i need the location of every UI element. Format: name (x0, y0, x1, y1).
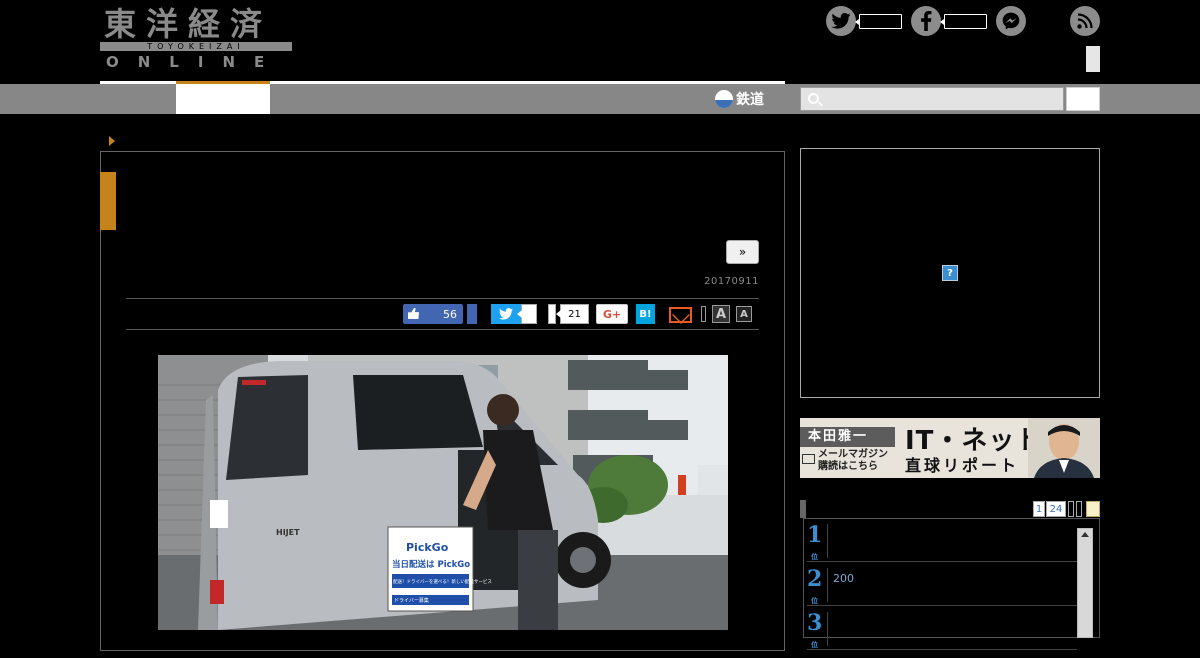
twitter-share-count[interactable] (517, 304, 537, 324)
search-button[interactable] (1066, 87, 1100, 111)
ad-info-icon[interactable]: ? (942, 265, 958, 281)
article-date: 20170911 (704, 276, 759, 287)
ranking-tab-5[interactable] (1086, 501, 1100, 517)
ranking-tab-24[interactable]: 24 (1046, 501, 1066, 517)
twitter-icon[interactable] (826, 6, 856, 36)
banner-mail-text: メールマガジン 購読はこちら (818, 449, 888, 472)
ranking-header: 1 24 (800, 500, 1100, 518)
ranking-item[interactable]: 1位 (807, 522, 1077, 562)
banner-author: 本田雅一 (800, 427, 895, 447)
breadcrumb-arrow-icon (109, 136, 115, 146)
envelope-icon (802, 454, 815, 464)
rank-number: 3位 (807, 610, 823, 649)
ranking-item[interactable]: 3位 (807, 610, 1077, 650)
nav-tab-active[interactable] (176, 84, 270, 114)
search-input[interactable] (825, 90, 1055, 108)
thumbs-up-icon (408, 308, 419, 319)
messenger-icon[interactable] (996, 6, 1026, 36)
facebook-icon[interactable] (911, 6, 941, 36)
facebook-follow-count[interactable] (940, 14, 987, 29)
ranking-tab-3[interactable] (1068, 501, 1074, 517)
sign-headline: 当日配送は PickGo (392, 559, 470, 570)
search-icon (808, 93, 819, 104)
rank-number: 1位 (807, 522, 823, 561)
ranking-scrollbar[interactable] (1077, 528, 1093, 638)
title-accent-bar (100, 172, 116, 230)
google-plus-button[interactable]: G+ (596, 304, 628, 324)
train-icon (715, 90, 733, 108)
font-size-large-button[interactable]: A (712, 305, 730, 323)
rank-divider (827, 612, 828, 646)
font-size-small-button[interactable]: A (736, 306, 752, 322)
author-portrait (1028, 418, 1100, 478)
van-model-label: HIJET (276, 528, 300, 537)
share-rule-top (126, 298, 759, 299)
facebook-like-button[interactable]: 56 (403, 304, 463, 324)
site-logo[interactable]: 東洋経済 TOYOKEIZAI ONLINE (100, 6, 292, 72)
article-photo: HIJET PickGo 当日配送は PickGo 配送！ドライバーを選べる！新… (158, 355, 728, 630)
next-page-button[interactable]: » (726, 240, 759, 264)
pocket-button[interactable] (548, 304, 556, 324)
sign-line: 配送！ドライバーを選べる！新しい配送サービス (393, 578, 492, 585)
search-box (800, 87, 1064, 111)
scroll-up-icon[interactable] (1081, 532, 1089, 537)
print-button[interactable] (701, 306, 706, 322)
hatena-bookmark-button[interactable]: B! (636, 304, 655, 324)
rank-title: 200 (833, 572, 854, 585)
pocket-count[interactable]: 21 (556, 304, 589, 324)
logo-online: ONLINE (106, 53, 284, 71)
ranking-header-bar (800, 500, 806, 518)
rank-number: 2位 (807, 566, 823, 605)
rank-divider (827, 568, 828, 602)
newsletter-banner[interactable]: 本田雅一 メールマガジン 購読はこちら IT・ネット 直球リポート (800, 418, 1100, 478)
rss-icon[interactable] (1070, 6, 1100, 36)
facebook-share-button[interactable] (467, 304, 477, 324)
header-utility-box[interactable] (1086, 46, 1100, 72)
sign-footer: ドライバー募集 (394, 597, 429, 604)
ranking-tab-4[interactable] (1076, 501, 1082, 517)
logo-japanese: 東洋経済 (104, 5, 273, 43)
nav-item-rail-label: 鉄道 (736, 92, 764, 108)
share-rule-bottom (126, 329, 759, 330)
rank-divider (827, 524, 828, 558)
facebook-like-count: 56 (443, 307, 457, 321)
mail-icon[interactable] (669, 307, 692, 323)
banner-subtitle: 直球リポート (905, 456, 1020, 475)
logo-subtitle: TOYOKEIZAI (147, 42, 245, 51)
ranking-tab-1[interactable]: 1 (1033, 501, 1045, 517)
sign-brand: PickGo (406, 541, 449, 554)
twitter-follow-count[interactable] (855, 14, 902, 29)
nav-item-rail[interactable]: 鉄道 (715, 88, 764, 110)
ranking-item[interactable]: 2位 200 (807, 566, 1077, 606)
twitter-icon (499, 308, 513, 320)
